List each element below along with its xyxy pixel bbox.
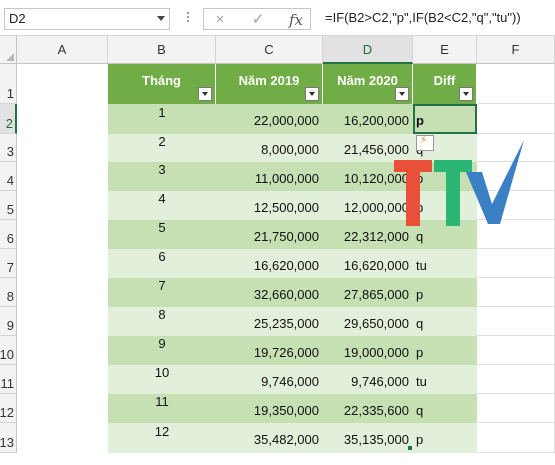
logo-letter-t-green <box>434 160 472 226</box>
column-header-c[interactable]: C <box>216 36 323 64</box>
cell-d9[interactable]: 29,650,000 <box>323 307 413 336</box>
cell-b12[interactable]: 11 <box>108 394 216 423</box>
cell-d12[interactable]: 22,335,600 <box>323 394 413 423</box>
cell-b13[interactable]: 12 <box>108 423 216 453</box>
formula-buttons: × ✓ fx <box>203 8 311 30</box>
cell-d7[interactable]: 16,620,000 <box>323 249 413 278</box>
cell-c8[interactable]: 32,660,000 <box>216 278 323 307</box>
cell-c3[interactable]: 8,000,000 <box>216 134 323 162</box>
cell-c10[interactable]: 19,726,000 <box>216 336 323 365</box>
cell-c6[interactable]: 21,750,000 <box>216 220 323 249</box>
filter-dropdown-icon[interactable] <box>198 87 212 101</box>
cell-e7[interactable]: tu <box>413 249 477 278</box>
quick-analysis-icon[interactable] <box>416 135 434 151</box>
cell-b7[interactable]: 6 <box>108 249 216 278</box>
row-header-7[interactable]: 7 <box>0 249 17 278</box>
formula-bar-grip-icon[interactable] <box>186 10 190 26</box>
cell-e9[interactable]: q <box>413 307 477 336</box>
cell-c4[interactable]: 11,000,000 <box>216 162 323 191</box>
row-header-4[interactable]: 4 <box>0 162 17 191</box>
cell-b5[interactable]: 4 <box>108 191 216 220</box>
cell-c13[interactable]: 35,482,000 <box>216 423 323 453</box>
filter-dropdown-icon[interactable] <box>459 87 473 101</box>
cell-d2[interactable]: 16,200,000 <box>323 104 413 134</box>
chevron-down-icon[interactable] <box>157 16 165 21</box>
header-label: Diff <box>433 73 456 88</box>
row-header-6[interactable]: 6 <box>0 220 17 249</box>
cell-e8[interactable]: p <box>413 278 477 307</box>
header-label: Tháng <box>142 73 181 88</box>
enter-icon[interactable]: ✓ <box>248 11 268 29</box>
ttv-logo <box>394 140 524 226</box>
cell-e13[interactable]: p <box>413 423 477 453</box>
cell-d8[interactable]: 27,865,000 <box>323 278 413 307</box>
cell-e12[interactable]: q <box>413 394 477 423</box>
name-box[interactable]: D2 <box>4 8 170 30</box>
cell-e2[interactable]: p <box>413 104 477 134</box>
header-label: Năm 2020 <box>337 73 398 88</box>
logo-letter-v-blue <box>466 140 524 224</box>
row-header-8[interactable]: 8 <box>0 278 17 307</box>
cell-d11[interactable]: 9,746,000 <box>323 365 413 394</box>
row-header-2[interactable]: 2 <box>0 104 17 134</box>
cell-d13[interactable]: 35,135,000 <box>323 423 413 453</box>
cancel-icon[interactable]: × <box>210 11 230 29</box>
filter-dropdown-icon[interactable] <box>395 87 409 101</box>
header-label: Năm 2019 <box>238 73 300 88</box>
row-header-1[interactable]: 1 <box>0 64 17 104</box>
header-cell-e[interactable]: Diff <box>413 64 477 104</box>
formula-input[interactable]: =IF(B2>C2,"p",IF(B2<C2,"q","tu")) <box>315 8 551 30</box>
column-header-f[interactable]: F <box>477 36 555 64</box>
cell-d10[interactable]: 19,000,000 <box>323 336 413 365</box>
column-header-a[interactable]: A <box>17 36 108 64</box>
name-box-value: D2 <box>9 11 26 26</box>
insert-function-icon[interactable]: fx <box>286 11 306 29</box>
cell-c12[interactable]: 19,350,000 <box>216 394 323 423</box>
cell-b3[interactable]: 2 <box>108 134 216 162</box>
select-all-button[interactable] <box>0 36 17 64</box>
cell-c9[interactable]: 25,235,000 <box>216 307 323 336</box>
filter-dropdown-icon[interactable] <box>305 87 319 101</box>
cell-b6[interactable]: 5 <box>108 220 216 249</box>
column-header-e[interactable]: E <box>413 36 477 64</box>
cell-e10[interactable]: p <box>413 336 477 365</box>
row-header-5[interactable]: 5 <box>0 191 17 220</box>
cell-b4[interactable]: 3 <box>108 162 216 191</box>
select-all-icon <box>6 53 14 61</box>
header-cell-d[interactable]: Năm 2020 <box>323 64 413 104</box>
header-cell-b[interactable]: Tháng <box>108 64 216 104</box>
cell-c11[interactable]: 9,746,000 <box>216 365 323 394</box>
fill-handle[interactable] <box>408 446 412 450</box>
cell-e11[interactable]: tu <box>413 365 477 394</box>
cell-b8[interactable]: 7 <box>108 278 216 307</box>
column-header-d[interactable]: D <box>323 36 413 64</box>
cell-b9[interactable]: 8 <box>108 307 216 336</box>
column-header-b[interactable]: B <box>108 36 216 64</box>
cell-c2[interactable]: 22,000,000 <box>216 104 323 134</box>
formula-bar: D2 × ✓ fx =IF(B2>C2,"p",IF(B2<C2,"q","tu… <box>0 0 555 36</box>
cell-b11[interactable]: 10 <box>108 365 216 394</box>
row-header-13[interactable]: 13 <box>0 423 17 453</box>
logo-letter-t-red <box>394 160 432 226</box>
row-header-12[interactable]: 12 <box>0 394 17 423</box>
cell-c7[interactable]: 16,620,000 <box>216 249 323 278</box>
cell-b10[interactable]: 9 <box>108 336 216 365</box>
row-header-11[interactable]: 11 <box>0 365 17 394</box>
row-header-10[interactable]: 10 <box>0 336 17 365</box>
row-header-3[interactable]: 3 <box>0 134 17 162</box>
cell-b2[interactable]: 1 <box>108 104 216 134</box>
header-cell-c[interactable]: Năm 2019 <box>216 64 323 104</box>
row-header-9[interactable]: 9 <box>0 307 17 336</box>
cell-c5[interactable]: 12,500,000 <box>216 191 323 220</box>
